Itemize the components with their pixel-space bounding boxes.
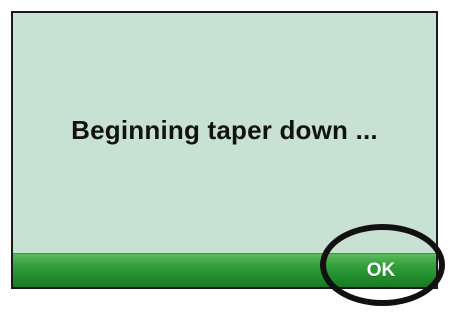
device-screen: Beginning taper down ... OK (11, 11, 438, 289)
status-message: Beginning taper down ... (71, 115, 378, 145)
ok-button[interactable]: OK (326, 254, 436, 287)
bottom-action-bar: OK (13, 253, 436, 287)
page: Beginning taper down ... OK (0, 0, 454, 317)
